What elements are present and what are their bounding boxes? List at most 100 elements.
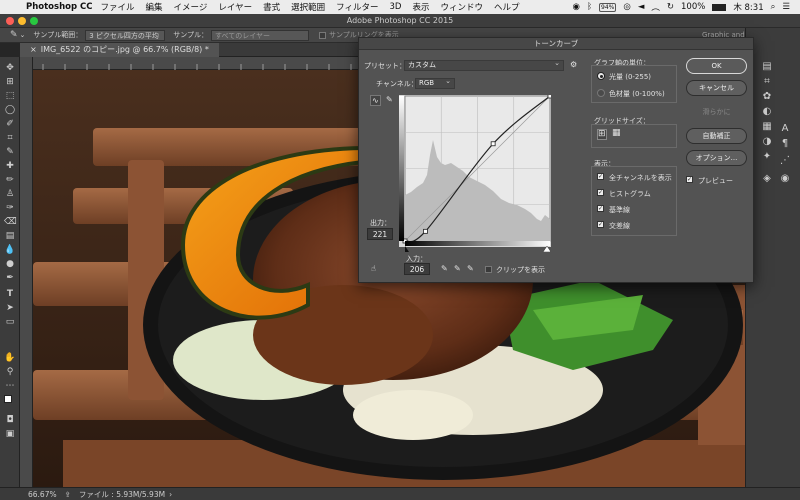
menu-help[interactable]: ヘルプ (494, 1, 520, 13)
file-size-info[interactable]: ファイル : 5.93M/5.93M (79, 489, 165, 500)
search-icon[interactable]: ⌕ (771, 2, 776, 12)
swatches-panel-icon[interactable]: ▦ (761, 121, 773, 133)
unit-light-radio[interactable] (597, 72, 605, 80)
unit-pigment-radio[interactable] (597, 89, 605, 97)
paragraph-panel-icon[interactable]: ¶ (779, 138, 791, 150)
dodge-tool-icon[interactable]: ● (4, 259, 16, 270)
hand-tool-icon[interactable]: ✋ (4, 353, 16, 364)
menu-edit[interactable]: 編集 (146, 1, 163, 13)
color-swatches-icon[interactable] (4, 395, 16, 408)
grid-simple-icon[interactable]: ⊞ (597, 129, 607, 140)
curves-graph[interactable] (399, 95, 551, 247)
list-icon[interactable]: ☰ (782, 2, 790, 12)
more-tools-icon[interactable]: ⋯ (4, 381, 16, 392)
close-tab-icon[interactable]: × (30, 45, 37, 54)
crop-tool-icon[interactable]: ⌗ (4, 133, 16, 144)
eraser-tool-icon[interactable]: ⌫ (4, 217, 17, 228)
channel-select[interactable]: RGB (415, 77, 455, 89)
history-panel-icon[interactable]: ▤ (761, 61, 773, 73)
share-icon[interactable]: ⇪ (65, 490, 71, 499)
type-tool-icon[interactable]: T (4, 289, 16, 300)
eye-icon[interactable]: ◎ (623, 2, 630, 12)
color-panel-icon[interactable]: ◐ (761, 106, 773, 118)
path-select-tool-icon[interactable]: ➤ (4, 303, 16, 314)
curve-control-point[interactable] (547, 95, 551, 99)
output-field[interactable]: 221 (367, 228, 393, 240)
wifi-icon[interactable]: ︵ (651, 1, 660, 13)
minimize-window-button[interactable] (18, 17, 26, 25)
zoom-level[interactable]: 66.67% (28, 490, 57, 499)
curve-control-point[interactable] (490, 141, 496, 147)
show-all-channels-checkbox[interactable]: ✓ (597, 173, 604, 180)
menu-window[interactable]: ウィンドウ (440, 1, 483, 13)
styles-panel-icon[interactable]: ✦ (761, 151, 773, 163)
character-panel-icon[interactable]: A (779, 123, 791, 135)
marquee-tool-icon[interactable]: ⬚ (4, 91, 16, 102)
sync-icon[interactable]: ↻ (667, 2, 674, 12)
clone-stamp-tool-icon[interactable]: ♙ (4, 189, 16, 200)
sample-ring-checkbox[interactable] (319, 31, 327, 39)
input-gradient-bar[interactable] (405, 240, 550, 252)
show-histogram-checkbox[interactable]: ✓ (597, 189, 604, 196)
black-point-eyedropper-icon[interactable]: ✎ (441, 264, 448, 273)
artboard-tool-icon[interactable]: ⊞ (4, 77, 16, 88)
gradient-tool-icon[interactable]: ▤ (4, 231, 16, 242)
clock[interactable]: 木 8:31 (733, 1, 763, 13)
smooth-button[interactable]: 滑らかに (686, 104, 747, 120)
eyedropper-tool-icon[interactable]: ✎ (10, 30, 18, 40)
rectangle-tool-icon[interactable]: ▭ (4, 317, 16, 328)
screen-mode-icon[interactable]: ▣ (4, 429, 16, 440)
on-image-adjust-icon[interactable]: ☝ (371, 264, 376, 273)
channels-panel-icon[interactable]: ◉ (779, 173, 791, 185)
battery-percent[interactable]: 100% (681, 2, 705, 12)
menu-view[interactable]: 表示 (412, 1, 429, 13)
curve-point-tool-icon[interactable]: ∿ (370, 95, 381, 106)
blur-tool-icon[interactable]: 💧 (4, 245, 16, 256)
grid-detailed-icon[interactable]: ▦ (612, 129, 621, 138)
menu-3d[interactable]: 3D (390, 2, 402, 12)
cancel-button[interactable]: キャンセル (686, 80, 747, 96)
sample-layers-select[interactable]: すべてのレイヤー (211, 29, 310, 41)
foreground-color-swatch[interactable] (4, 395, 12, 403)
brush-tool-icon[interactable]: ✏ (4, 175, 16, 186)
document-tab[interactable]: × IMG_6522 のコピー.jpg @ 66.7% (RGB/8) * (20, 43, 219, 57)
adjustments-panel-icon[interactable]: ◑ (761, 136, 773, 148)
auto-button[interactable]: 自動補正 (686, 128, 747, 144)
tool-preset-chevron-icon[interactable]: ⌄ (20, 31, 26, 39)
preview-checkbox[interactable]: ✓ (686, 176, 693, 183)
status-menu-chevron-icon[interactable]: › (169, 490, 172, 499)
pen-tool-icon[interactable]: ✒ (4, 273, 16, 284)
ok-button[interactable]: OK (686, 58, 747, 74)
quick-select-tool-icon[interactable]: ✐ (4, 119, 16, 130)
preset-select[interactable]: カスタム (404, 59, 564, 71)
maximize-window-button[interactable] (30, 17, 38, 25)
menu-select[interactable]: 選択範囲 (291, 1, 325, 13)
white-point-eyedropper-icon[interactable]: ✎ (467, 264, 474, 273)
battery-small-badge[interactable]: 94% (599, 2, 617, 12)
lasso-tool-icon[interactable]: ◯ (4, 105, 16, 116)
input-field[interactable]: 206 (404, 263, 430, 275)
show-baseline-checkbox[interactable]: ✓ (597, 205, 604, 212)
paths-panel-icon[interactable]: ⋰ (779, 155, 791, 167)
volume-icon[interactable]: ◄ (638, 2, 645, 12)
properties-panel-icon[interactable]: ⌗ (761, 76, 773, 88)
battery-icon[interactable] (712, 3, 727, 11)
show-clipping-checkbox[interactable] (485, 266, 492, 273)
menu-image[interactable]: イメージ (174, 1, 208, 13)
brush-panel-icon[interactable]: ✿ (761, 91, 773, 103)
move-tool-icon[interactable]: ✥ (4, 63, 16, 74)
curve-control-point[interactable] (423, 228, 428, 234)
history-brush-tool-icon[interactable]: ✑ (4, 203, 16, 214)
app-menu[interactable]: Photoshop CC (26, 2, 93, 12)
layers-panel-icon[interactable]: ◈ (761, 173, 773, 185)
menu-file[interactable]: ファイル (101, 1, 135, 13)
zoom-tool-icon[interactable]: ⚲ (4, 367, 16, 378)
options-button[interactable]: オプション... (686, 150, 747, 166)
menu-type[interactable]: 書式 (263, 1, 280, 13)
show-intersection-checkbox[interactable]: ✓ (597, 221, 604, 228)
healing-brush-tool-icon[interactable]: ✚ (4, 161, 16, 172)
quick-mask-icon[interactable]: ◘ (4, 415, 16, 426)
close-window-button[interactable] (6, 17, 14, 25)
menu-filter[interactable]: フィルター (336, 1, 378, 13)
menu-layer[interactable]: レイヤー (218, 1, 252, 13)
